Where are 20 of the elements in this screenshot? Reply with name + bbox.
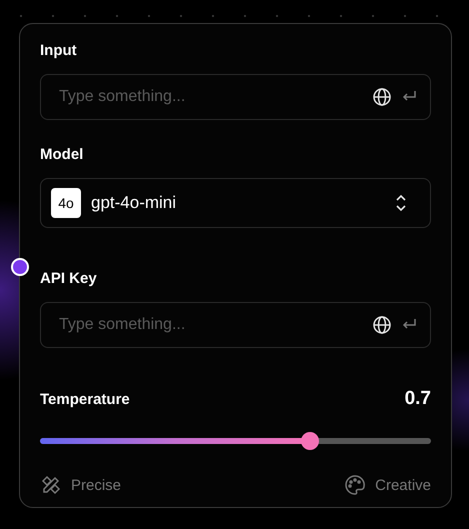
text-input[interactable]: Type something... (57, 315, 364, 335)
model-select[interactable]: 4o gpt-4o-mini (40, 178, 431, 228)
field-label: Temperature (40, 390, 130, 408)
globe-icon[interactable] (372, 87, 392, 107)
field-label: API Key (40, 270, 98, 287)
field-label: Model (40, 146, 84, 163)
precise-label: Precise (71, 476, 122, 494)
chevron-updown-icon (394, 193, 408, 213)
palette-icon (344, 474, 366, 496)
creative-label: Creative (375, 476, 431, 494)
globe-icon[interactable] (372, 315, 392, 335)
connection-handle[interactable] (11, 258, 29, 276)
text-input[interactable]: Type something... (57, 87, 364, 107)
text-field[interactable]: Type something... (40, 74, 431, 120)
field-label: Input (40, 42, 78, 59)
text-field[interactable]: Type something... (40, 302, 431, 348)
temperature-value: 0.7 (404, 388, 431, 410)
model-badge: 4o (51, 188, 81, 218)
temperature-slider[interactable] (40, 432, 431, 450)
pencil-ruler-icon (40, 474, 62, 496)
